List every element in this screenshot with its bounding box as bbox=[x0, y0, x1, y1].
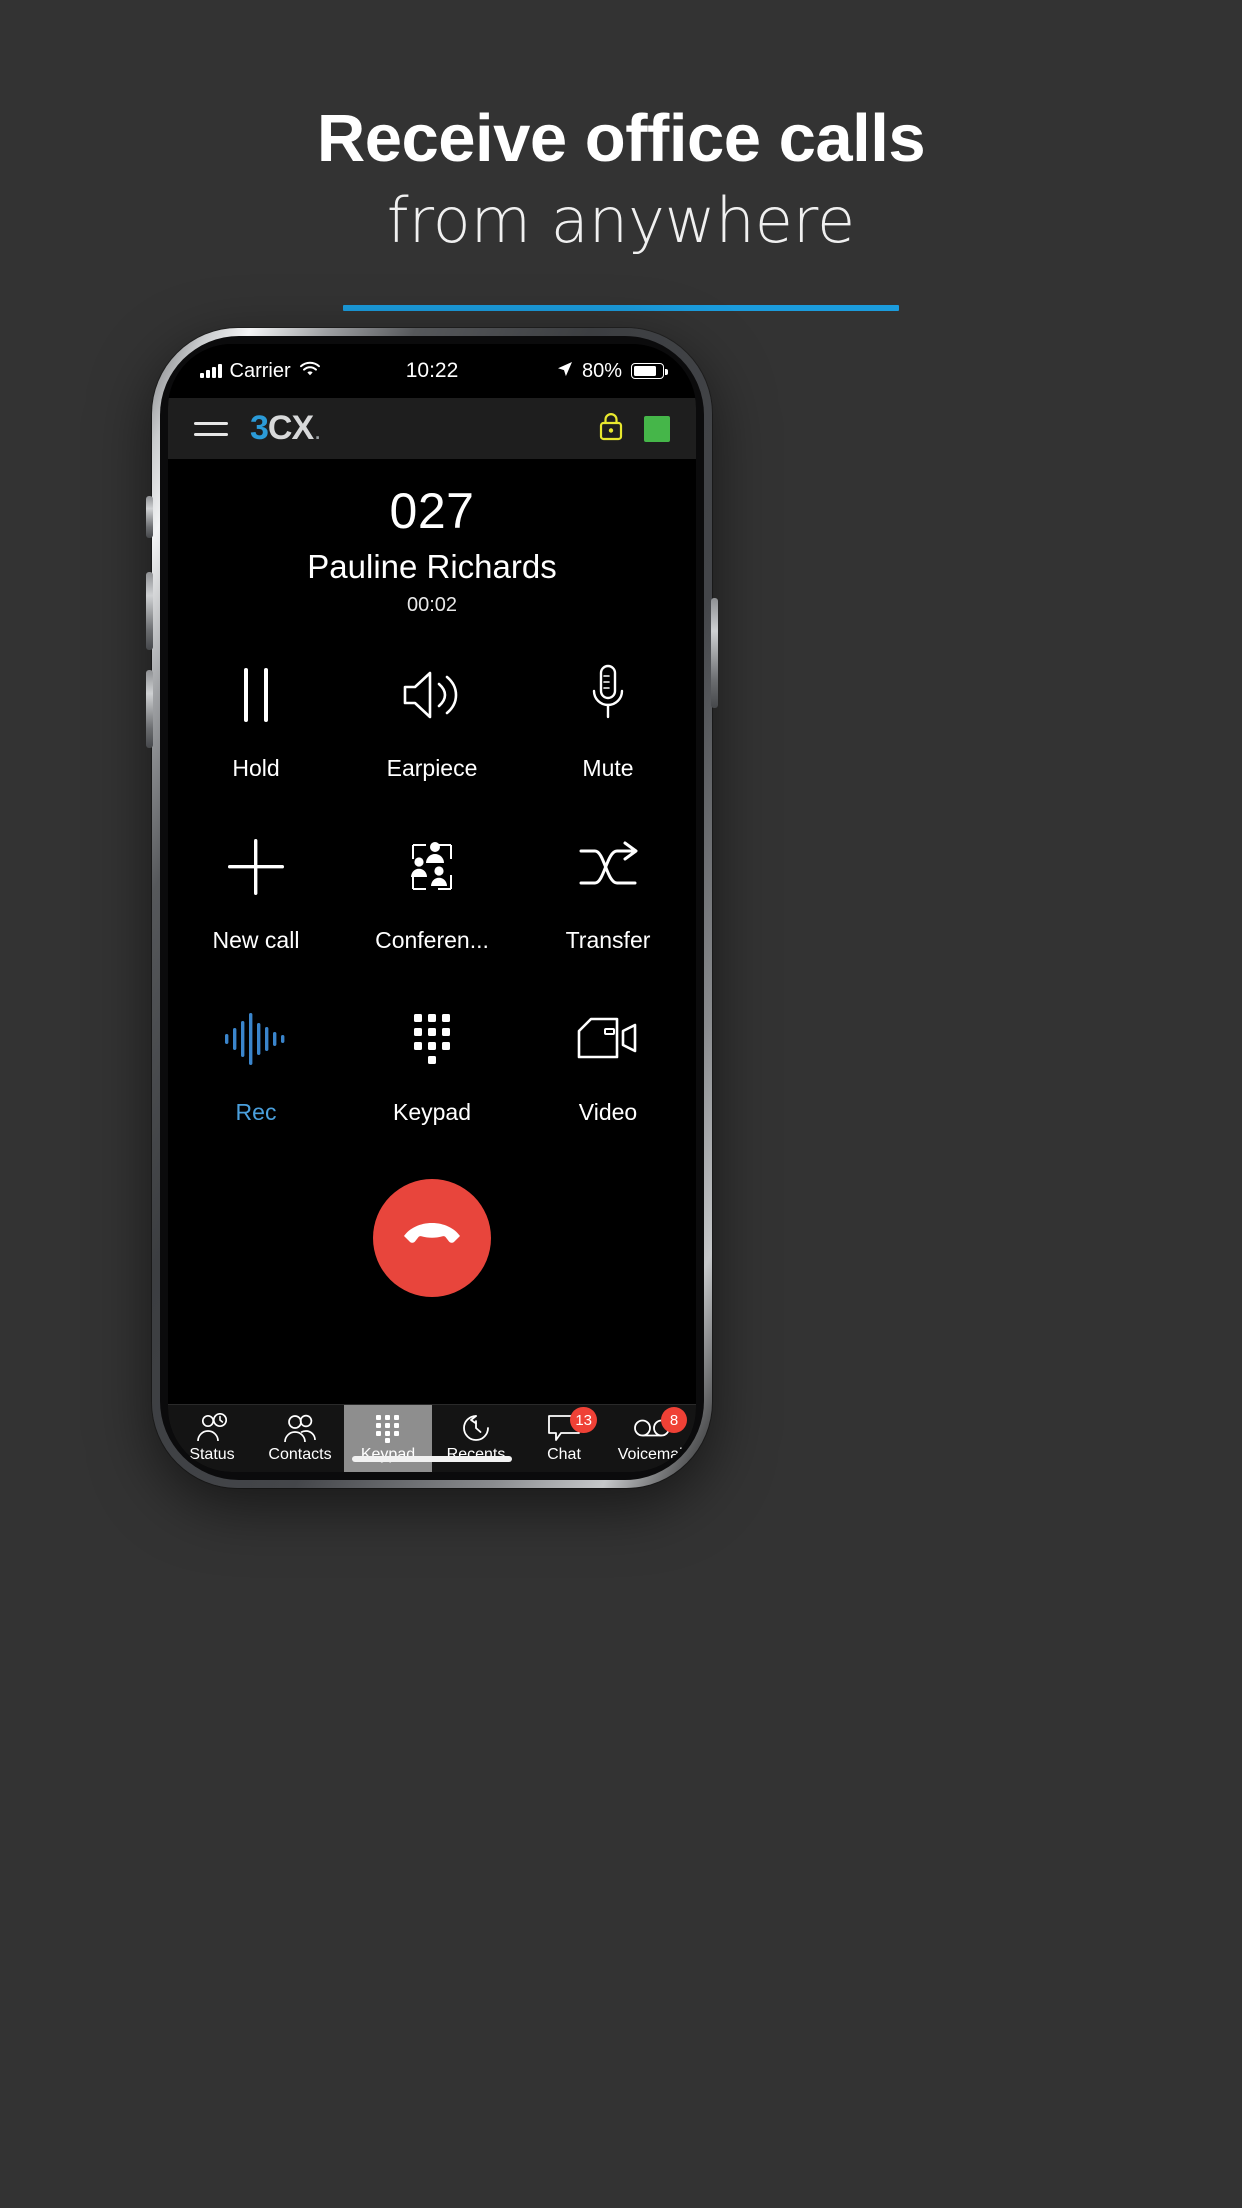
carrier-label: Carrier bbox=[229, 359, 291, 382]
promo-divider bbox=[343, 305, 899, 312]
cellular-bars-icon bbox=[200, 364, 222, 378]
logo-letters: CX bbox=[267, 409, 314, 447]
battery-percent-label: 80% bbox=[581, 359, 622, 382]
speaker-icon bbox=[397, 659, 467, 731]
transfer-icon bbox=[575, 831, 641, 903]
tab-status-label: Status bbox=[189, 1446, 235, 1463]
status-bar-left: Carrier bbox=[200, 360, 321, 383]
earpiece-label: Earpiece bbox=[386, 755, 478, 781]
status-bar-right: 80% bbox=[557, 359, 668, 383]
call-controls-grid: Hold Earpiece Mute New call Conferen... … bbox=[168, 653, 696, 1169]
app-logo: 3 CX . bbox=[250, 409, 320, 448]
voicemail-icon: 8 bbox=[633, 1407, 687, 1443]
record-button[interactable]: Rec bbox=[181, 997, 331, 1169]
call-duration: 00:02 bbox=[406, 594, 458, 616]
promo-header: Receive office calls from anywhere bbox=[0, 0, 1242, 312]
tab-contacts-label: Contacts bbox=[268, 1446, 332, 1463]
hold-button[interactable]: Hold bbox=[181, 653, 331, 825]
microphone-icon bbox=[586, 659, 630, 731]
tab-chat-label: Chat bbox=[547, 1446, 581, 1463]
mute-label: Mute bbox=[582, 755, 634, 781]
hold-label: Hold bbox=[232, 755, 280, 781]
recents-clock-icon bbox=[460, 1413, 492, 1443]
end-call-button[interactable] bbox=[373, 1179, 491, 1297]
location-arrow-icon bbox=[557, 360, 573, 383]
logo-digit: 3 bbox=[250, 409, 269, 447]
tab-chat[interactable]: 13 Chat bbox=[520, 1405, 608, 1472]
video-label: Video bbox=[578, 1099, 638, 1125]
active-call-screen: 027 Pauline Richards 00:02 Hold Earpiece… bbox=[168, 460, 696, 1404]
caller-name: Pauline Richards bbox=[307, 548, 557, 585]
mute-switch-button[interactable] bbox=[146, 496, 153, 538]
app-header: 3 CX . bbox=[168, 398, 696, 460]
logo-dot: . bbox=[315, 423, 320, 443]
tab-status[interactable]: Status bbox=[168, 1405, 256, 1472]
conference-label: Conferen... bbox=[375, 927, 489, 953]
conference-icon bbox=[401, 831, 463, 903]
voicemail-badge: 8 bbox=[661, 1407, 687, 1433]
promo-title: Receive office calls bbox=[316, 101, 926, 176]
tab-voicemail[interactable]: 8 Voicemail bbox=[608, 1405, 696, 1472]
waveform-icon bbox=[221, 1003, 291, 1075]
tab-voicemail-label: Voicemail bbox=[617, 1446, 687, 1463]
keypad-button[interactable]: Keypad bbox=[357, 997, 507, 1169]
keypad-dots-icon bbox=[373, 1413, 403, 1443]
transfer-label: Transfer bbox=[565, 927, 651, 953]
transfer-button[interactable]: Transfer bbox=[533, 825, 683, 997]
wifi-icon bbox=[299, 360, 321, 383]
end-call-area bbox=[168, 1179, 696, 1297]
app-header-actions bbox=[598, 411, 670, 446]
plus-icon bbox=[225, 831, 287, 903]
conference-button[interactable]: Conferen... bbox=[357, 825, 507, 997]
promo-subtitle: from anywhere bbox=[386, 184, 856, 258]
video-button[interactable]: Video bbox=[533, 997, 683, 1169]
phone-screen: Carrier 10:22 80% 3 CX . 027 Pauline Ric… bbox=[168, 344, 696, 1472]
ios-status-bar: Carrier 10:22 80% bbox=[168, 344, 696, 398]
tab-contacts[interactable]: Contacts bbox=[256, 1405, 344, 1472]
chat-badge: 13 bbox=[570, 1407, 597, 1433]
keypad-icon bbox=[406, 1003, 458, 1075]
record-label: Rec bbox=[235, 1099, 277, 1125]
new-call-label: New call bbox=[212, 927, 300, 953]
hangup-phone-icon bbox=[402, 1219, 462, 1258]
new-call-button[interactable]: New call bbox=[181, 825, 331, 997]
availability-status-square[interactable] bbox=[644, 415, 670, 442]
lock-icon[interactable] bbox=[598, 411, 624, 446]
volume-up-button[interactable] bbox=[146, 572, 153, 650]
mute-button[interactable]: Mute bbox=[533, 653, 683, 825]
hamburger-menu-icon[interactable] bbox=[194, 421, 228, 436]
pause-icon bbox=[229, 659, 283, 731]
volume-down-button[interactable] bbox=[146, 670, 153, 748]
video-camera-icon bbox=[575, 1003, 641, 1075]
phone-device: Carrier 10:22 80% 3 CX . 027 Pauline Ric… bbox=[146, 328, 718, 1488]
call-number: 027 bbox=[389, 483, 475, 539]
battery-icon bbox=[631, 363, 668, 379]
chat-bubble-icon: 13 bbox=[547, 1407, 597, 1443]
power-button[interactable] bbox=[711, 598, 718, 708]
home-indicator[interactable] bbox=[352, 1456, 512, 1462]
keypad-label: Keypad bbox=[392, 1099, 471, 1125]
contacts-people-icon bbox=[282, 1413, 318, 1443]
earpiece-button[interactable]: Earpiece bbox=[357, 653, 507, 825]
status-person-clock-icon bbox=[195, 1413, 229, 1443]
